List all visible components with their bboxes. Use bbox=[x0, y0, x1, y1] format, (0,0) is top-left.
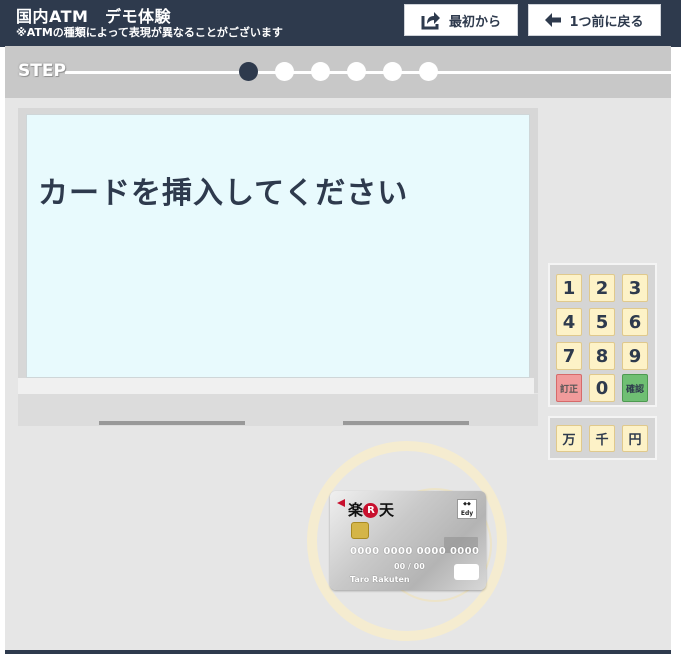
step-dot-5 bbox=[383, 62, 402, 81]
key-3[interactable]: 3 bbox=[622, 274, 648, 302]
cash-slot-right bbox=[343, 421, 469, 425]
card-chip-icon bbox=[351, 522, 369, 539]
key-correct[interactable]: 訂正 bbox=[556, 374, 582, 402]
key-man[interactable]: 万 bbox=[556, 425, 582, 452]
cash-card[interactable]: 楽R天 ◆◆ Edy 0000 0000 0000 0000 00 / 00 T… bbox=[330, 491, 486, 590]
step-label: STEP bbox=[18, 61, 66, 81]
back-label: 1つ前に戻る bbox=[569, 14, 644, 30]
step-dot-2 bbox=[275, 62, 294, 81]
key-4[interactable]: 4 bbox=[556, 308, 582, 336]
number-keypad: 1 2 3 4 5 6 7 8 9 訂正 0 確認 bbox=[548, 263, 657, 407]
screen-message: カードを挿入してください bbox=[38, 176, 409, 211]
step-dot-4 bbox=[347, 62, 366, 81]
card-holder: Taro Rakuten bbox=[350, 575, 410, 584]
screen-ledge-top bbox=[18, 378, 534, 394]
card-brand-text: 楽R天 bbox=[348, 501, 394, 519]
atm-screen bbox=[26, 114, 530, 378]
card-panel bbox=[454, 564, 479, 580]
app-subtitle: ※ATMの種類によって表現が異なることがございます bbox=[16, 26, 283, 39]
edy-label: Edy bbox=[460, 510, 474, 517]
cash-slot-left bbox=[99, 421, 245, 425]
key-7[interactable]: 7 bbox=[556, 342, 582, 370]
step-dot-6 bbox=[419, 62, 438, 81]
unit-keypad: 万 千 円 bbox=[548, 416, 657, 460]
card-brand: 楽R天 bbox=[348, 499, 394, 520]
header-bar: 国内ATM デモ体験 ※ATMの種類によって表現が異なることがございます 最初か… bbox=[0, 0, 681, 47]
step-line bbox=[65, 71, 671, 74]
key-1[interactable]: 1 bbox=[556, 274, 582, 302]
back-button[interactable]: 1つ前に戻る bbox=[528, 4, 661, 36]
bottom-strip bbox=[5, 650, 671, 654]
step-dot-1 bbox=[239, 62, 258, 81]
key-6[interactable]: 6 bbox=[622, 308, 648, 336]
key-yen[interactable]: 円 bbox=[622, 425, 648, 452]
key-sen[interactable]: 千 bbox=[589, 425, 615, 452]
edy-logo-icon: ◆◆ Edy bbox=[457, 499, 477, 519]
step-dot-3 bbox=[311, 62, 330, 81]
key-9[interactable]: 9 bbox=[622, 342, 648, 370]
key-confirm[interactable]: 確認 bbox=[622, 374, 648, 402]
key-0[interactable]: 0 bbox=[589, 374, 615, 402]
key-8[interactable]: 8 bbox=[589, 342, 615, 370]
key-5[interactable]: 5 bbox=[589, 308, 615, 336]
key-2[interactable]: 2 bbox=[589, 274, 615, 302]
arrow-left-icon bbox=[545, 13, 562, 27]
step-indicator: STEP bbox=[5, 46, 671, 98]
card-number: 0000 0000 0000 0000 bbox=[350, 546, 480, 557]
rakuten-r-icon: R bbox=[363, 503, 379, 518]
restart-button[interactable]: 最初から bbox=[404, 4, 518, 36]
card-expiry: 00 / 00 bbox=[394, 562, 425, 571]
restart-icon bbox=[421, 12, 440, 30]
card-flag-icon bbox=[337, 499, 345, 507]
restart-label: 最初から bbox=[448, 14, 501, 30]
